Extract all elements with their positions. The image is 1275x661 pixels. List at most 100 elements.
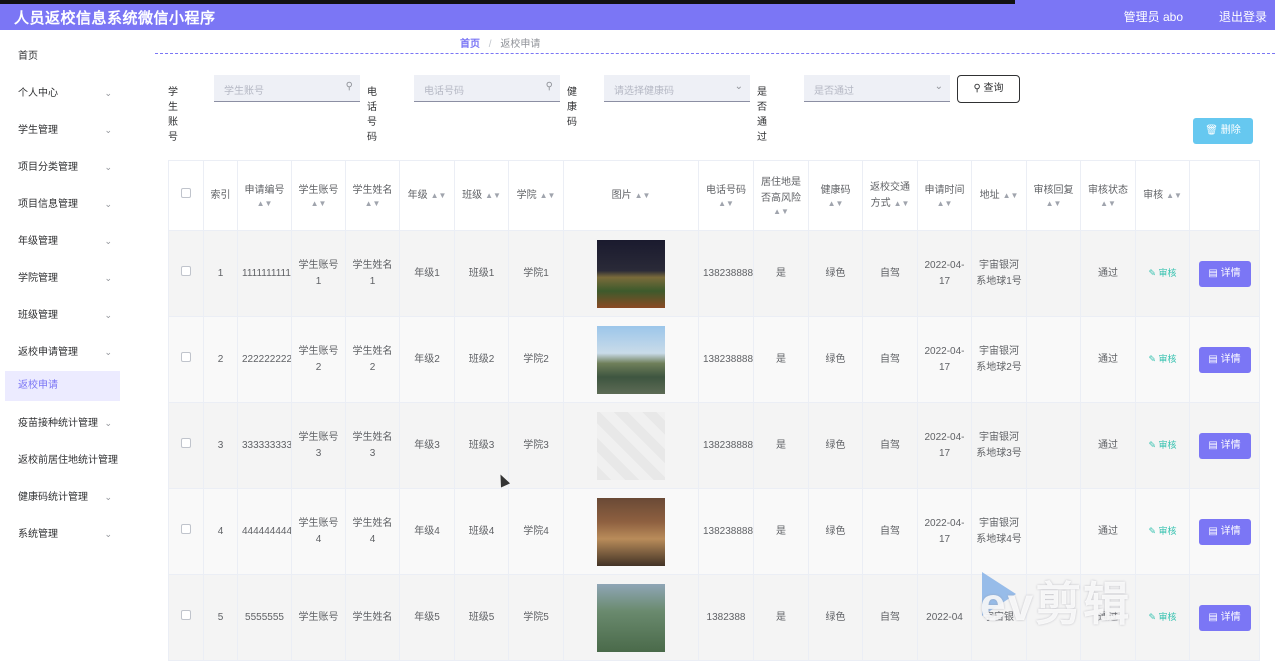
delete-button[interactable]: 🗑 删除 [1193, 118, 1253, 144]
sidebar-item[interactable]: 项目分类管理 ⌄ [0, 149, 130, 186]
row-checkbox[interactable] [168, 488, 204, 575]
cell-address: 宇宙银河系地球2号 [971, 316, 1027, 403]
row-photo[interactable] [597, 325, 665, 394]
row-checkbox[interactable] [168, 574, 204, 661]
sidebar-item[interactable]: 返校申请管理 ⌄ [0, 334, 130, 371]
logout-link[interactable]: 退出登录 [1219, 8, 1267, 25]
delete-button-label: 删除 [1220, 125, 1241, 136]
col-transport[interactable]: 返校交通方式 ▲▼ [862, 160, 918, 231]
sort-icon[interactable]: ▲▼ [242, 199, 287, 209]
sort-icon[interactable]: ▲▼ [1031, 199, 1076, 209]
row-checkbox[interactable] [168, 402, 204, 489]
sidebar-item[interactable]: 学院管理 ⌄ [0, 260, 130, 297]
sidebar-item-return-apply[interactable]: 返校申请 [5, 371, 120, 401]
health-code-placeholder: 请选择健康码 [614, 86, 674, 97]
sort-icon[interactable]: ▲▼ [296, 199, 341, 209]
col-apply-time[interactable]: 申请时间 ▲▼ [917, 160, 972, 231]
passed-select[interactable]: 是否通过 ⌄ [804, 75, 950, 102]
col-status[interactable]: 审核状态 ▲▼ [1080, 160, 1136, 231]
sort-icon[interactable]: ▲▼ [1166, 191, 1182, 200]
sort-icon[interactable]: ▲▼ [922, 199, 967, 209]
col-health[interactable]: 健康码 ▲▼ [808, 160, 863, 231]
sort-icon[interactable]: ▲▼ [758, 207, 804, 217]
sidebar-item[interactable]: 年级管理 ⌄ [0, 223, 130, 260]
query-button[interactable]: ⚲ 查询 [957, 75, 1020, 103]
sidebar-item[interactable]: 个人中心 ⌄ [0, 75, 130, 112]
chevron-down-icon: ⌄ [104, 347, 112, 357]
sidebar-item[interactable]: 返校前居住地统计管理 [0, 442, 130, 479]
audit-link[interactable]: ✎ 审核 [1148, 440, 1176, 450]
detail-button[interactable]: ▤ 详情 [1198, 518, 1251, 545]
edit-icon: ✎ [1148, 612, 1159, 622]
sort-icon[interactable]: ▲▼ [540, 191, 556, 200]
cell-index: 2 [203, 316, 238, 403]
audit-link[interactable]: ✎ 审核 [1148, 612, 1176, 622]
col-address[interactable]: 地址 ▲▼ [971, 160, 1027, 231]
row-image-cell [563, 488, 699, 575]
cell-address: 宇宙银河系地球3号 [971, 402, 1027, 489]
table-row[interactable]: 11111111111学生账号1学生姓名1年级1班级1学院11382388888… [168, 230, 1260, 317]
cell-reply [1026, 402, 1081, 489]
cell-name: 学生姓名4 [345, 488, 400, 575]
row-checkbox[interactable] [168, 230, 204, 317]
phone-input[interactable]: 电话号码 ⚲ [414, 75, 560, 102]
cell-grade: 年级2 [399, 316, 455, 403]
student-account-input[interactable]: 学生账号 ⚲ [214, 75, 360, 102]
cell-apply-no: 3333333333 [237, 402, 292, 489]
table-row[interactable]: 22222222222学生账号2学生姓名2年级2班级2学院21382388888… [168, 316, 1260, 403]
audit-link[interactable]: ✎ 审核 [1148, 354, 1176, 364]
sort-icon[interactable]: ▲▼ [635, 191, 651, 200]
sort-icon[interactable]: ▲▼ [813, 199, 858, 209]
sort-icon[interactable]: ▲▼ [1003, 191, 1019, 200]
audit-link[interactable]: ✎ 审核 [1148, 268, 1176, 278]
sort-icon[interactable]: ▲▼ [1085, 199, 1131, 209]
sidebar-item[interactable]: 疫苗接种统计管理 ⌄ [0, 405, 130, 442]
sort-icon[interactable]: ▲▼ [703, 199, 749, 209]
cell-health: 绿色 [808, 488, 863, 575]
sidebar-item[interactable]: 学生管理 ⌄ [0, 112, 130, 149]
sidebar-item[interactable]: 首页 [0, 38, 130, 75]
cell-phone: 13823888882 [698, 316, 754, 403]
breadcrumb-home[interactable]: 首页 [460, 39, 480, 50]
detail-button[interactable]: ▤ 详情 [1198, 432, 1251, 459]
row-photo[interactable] [597, 239, 665, 308]
row-checkbox[interactable] [168, 316, 204, 403]
col-phone[interactable]: 电话号码 ▲▼ [698, 160, 754, 231]
select-all-checkbox[interactable] [168, 160, 204, 231]
sort-icon[interactable]: ▲▼ [485, 191, 501, 200]
health-code-select[interactable]: 请选择健康码 ⌄ [604, 75, 750, 102]
table-row[interactable]: 44444444444学生账号4学生姓名4年级4班级4学院41382388888… [168, 488, 1260, 575]
sidebar-item[interactable]: 班级管理 ⌄ [0, 297, 130, 334]
detail-button[interactable]: ▤ 详情 [1198, 604, 1251, 631]
sidebar-item[interactable]: 项目信息管理 ⌄ [0, 186, 130, 223]
col-account[interactable]: 学生账号 ▲▼ [291, 160, 346, 231]
detail-button[interactable]: ▤ 详情 [1198, 346, 1251, 373]
audit-link[interactable]: ✎ 审核 [1148, 526, 1176, 536]
col-name[interactable]: 学生姓名 ▲▼ [345, 160, 400, 231]
col-risk[interactable]: 居住地是否高风险 ▲▼ [753, 160, 809, 231]
col-audit[interactable]: 审核 ▲▼ [1135, 160, 1190, 231]
col-college[interactable]: 学院 ▲▼ [508, 160, 564, 231]
col-apply-no[interactable]: 申请编号 ▲▼ [237, 160, 292, 231]
col-image[interactable]: 图片 ▲▼ [563, 160, 699, 231]
sort-icon[interactable]: ▲▼ [350, 199, 395, 209]
col-grade[interactable]: 年级 ▲▼ [399, 160, 455, 231]
col-class[interactable]: 班级 ▲▼ [454, 160, 509, 231]
table-row[interactable]: 33333333333学生账号3学生姓名3年级3班级3学院31382388888… [168, 402, 1260, 489]
sidebar-item[interactable]: 系统管理 ⌄ [0, 516, 130, 553]
detail-button[interactable]: ▤ 详情 [1198, 260, 1251, 287]
row-image-cell [563, 316, 699, 403]
row-photo[interactable] [597, 497, 665, 566]
sidebar-item-label: 系统管理 [18, 529, 58, 540]
cell-apply-time: 2022-04 [917, 574, 972, 661]
cell-phone: 1382388 [698, 574, 754, 661]
sort-icon[interactable]: ▲▼ [431, 191, 447, 200]
sidebar-item[interactable]: 健康码统计管理 ⌄ [0, 479, 130, 516]
row-photo[interactable] [597, 411, 665, 480]
cell-account: 学生账号1 [291, 230, 346, 317]
cell-name: 学生姓名 [345, 574, 400, 661]
row-photo[interactable] [597, 583, 665, 652]
sidebar: 首页 个人中心 ⌄ 学生管理 ⌄ 项目分类管理 ⌄ 项目信息管理 ⌄ 年级管理 ⌄ 学院管理 ⌄ 班级管理… [0, 38, 130, 622]
col-reply[interactable]: 审核回复 ▲▼ [1026, 160, 1081, 231]
sort-icon[interactable]: ▲▼ [894, 199, 910, 208]
